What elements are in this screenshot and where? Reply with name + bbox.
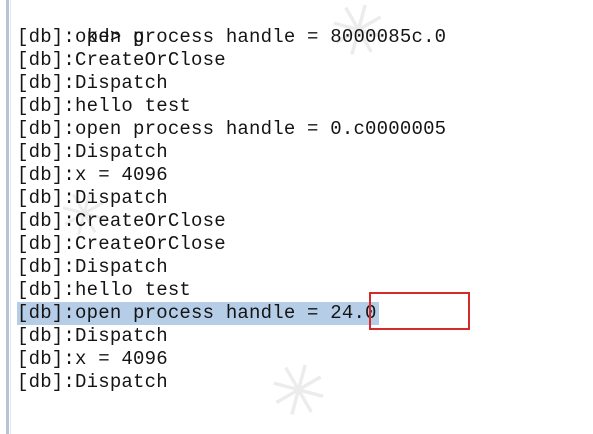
output-text: [db]:Dispatch <box>17 72 168 94</box>
annotation-highlight-box <box>369 292 470 330</box>
output-line: [db]:x = 4096 <box>17 348 448 371</box>
output-text: [db]:open process handle = 0.c0000005 <box>17 118 447 140</box>
output-line: [db]:CreateOrClose <box>17 49 448 72</box>
selected-output-text: [db]:open process handle = 24.0 <box>17 302 379 325</box>
output-text: [db]:x = 4096 <box>17 164 168 186</box>
output-line: [db]:open process handle = 0.c0000005 <box>17 118 448 141</box>
output-text: [db]:Dispatch <box>17 141 168 163</box>
output-text: [db]:CreateOrClose <box>17 233 226 255</box>
output-text: [db]:open process handle = 8000085c.0 <box>17 26 447 48</box>
output-line: [db]:Dispatch <box>17 371 448 394</box>
output-line: [db]:CreateOrClose <box>17 210 448 233</box>
output-text: [db]:x = 4096 <box>17 348 168 370</box>
output-line: [db]:open process handle = 8000085c.0 <box>17 26 448 49</box>
window-left-border <box>6 0 9 434</box>
output-line: [db]:Dispatch <box>17 72 448 95</box>
debugger-console-window: ✳ ✳ ✳ kd> g [db]:open process handle = 8… <box>0 0 593 434</box>
window-left-border-inner <box>10 0 11 434</box>
output-text: [db]:Dispatch <box>17 371 168 393</box>
output-text: [db]:Dispatch <box>17 187 168 209</box>
prompt-line: kd> g <box>17 3 448 48</box>
output-line: [db]:Dispatch <box>17 141 448 164</box>
output-line: [db]:Dispatch <box>17 187 448 210</box>
output-text: [db]:Dispatch <box>17 325 168 347</box>
output-line: [db]:hello test <box>17 95 448 118</box>
output-text: [db]:CreateOrClose <box>17 210 226 232</box>
console-output[interactable]: kd> g [db]:open process handle = 8000085… <box>17 3 448 394</box>
output-text: [db]:CreateOrClose <box>17 49 226 71</box>
output-line: [db]:Dispatch <box>17 256 448 279</box>
output-line: [db]:x = 4096 <box>17 164 448 187</box>
output-text: [db]:hello test <box>17 279 192 301</box>
output-text: [db]:hello test <box>17 95 192 117</box>
output-text: [db]:Dispatch <box>17 256 168 278</box>
output-line: [db]:CreateOrClose <box>17 233 448 256</box>
